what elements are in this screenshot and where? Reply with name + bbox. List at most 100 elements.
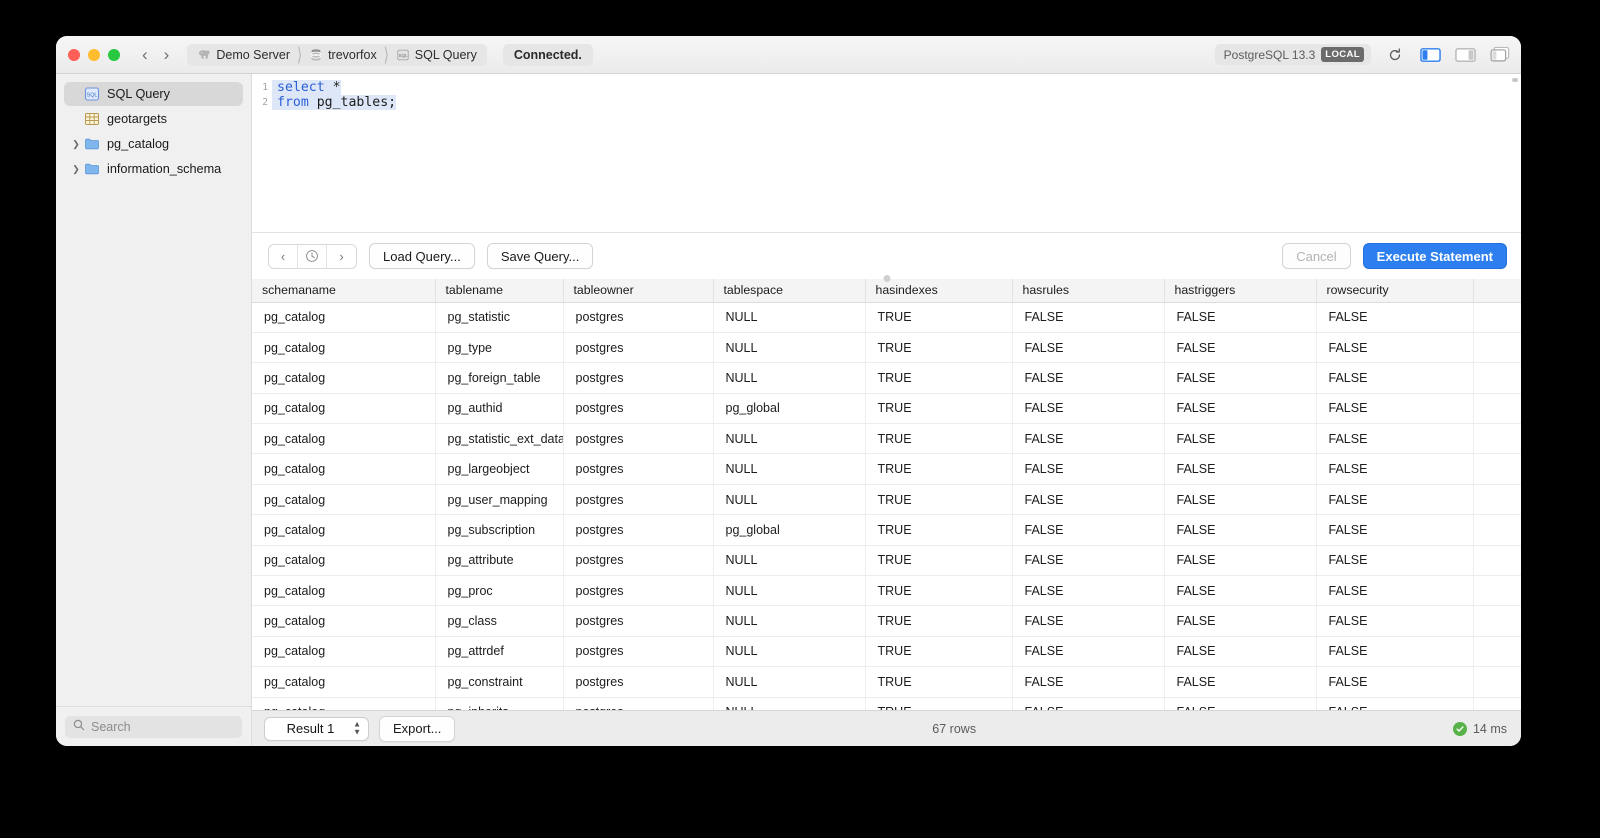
cell-tablespace[interactable]: NULL [713,575,866,607]
table-row[interactable]: pg_catalog pg_attrdef postgres NULL TRUE FALS… [252,636,1521,668]
cell-hasindexes[interactable]: TRUE [865,636,1013,668]
sidebar-item-sql-query[interactable]: › SQL SQL Query [64,82,243,106]
cell-blank[interactable] [1473,605,1521,637]
cell-tableowner[interactable]: postgres [563,332,714,364]
cell-hasrules[interactable]: FALSE [1012,453,1165,485]
cell-rowsecurity[interactable]: FALSE [1316,393,1474,425]
search-input[interactable]: Search [65,715,242,738]
cell-hasindexes[interactable]: TRUE [865,514,1013,546]
sql-editor[interactable]: 1 select * 2 from pg_tables; [252,74,1521,232]
cell-hasindexes[interactable]: TRUE [865,545,1013,577]
cell-tablename[interactable]: pg_proc [435,575,564,607]
cell-tablespace[interactable]: NULL [713,605,866,637]
history-next-button[interactable]: › [327,245,356,268]
cell-tablespace[interactable]: NULL [713,545,866,577]
sidebar-item-information-schema[interactable]: ❯ information_schema [64,157,243,181]
cell-hasrules[interactable]: FALSE [1012,423,1165,455]
clock-icon[interactable] [298,244,327,268]
cell-hastriggers[interactable]: FALSE [1164,393,1317,425]
cell-schemaname[interactable]: pg_catalog [252,575,436,607]
maximize-window-button[interactable] [108,48,120,61]
right-panel-toggle-icon[interactable] [1454,45,1476,65]
cell-hastriggers[interactable]: FALSE [1164,302,1317,333]
cell-tablename[interactable]: pg_subscription [435,514,564,546]
cell-blank[interactable] [1473,666,1521,698]
cell-schemaname[interactable]: pg_catalog [252,697,436,710]
cell-tablename[interactable]: pg_user_mapping [435,484,564,516]
table-row[interactable]: pg_catalog pg_class postgres NULL TRUE FALSE F… [252,605,1521,637]
cell-rowsecurity[interactable]: FALSE [1316,545,1474,577]
column-header-hastriggers[interactable]: hastriggers [1164,279,1317,303]
pane-resize-handle[interactable] [883,275,890,282]
tab-overview-icon[interactable] [1489,45,1511,65]
cell-hasindexes[interactable]: TRUE [865,605,1013,637]
table-row[interactable]: pg_catalog pg_user_mapping postgres NULL TRU… [252,484,1521,516]
cell-blank[interactable] [1473,575,1521,607]
cell-hasindexes[interactable]: TRUE [865,666,1013,698]
cell-tableowner[interactable]: postgres [563,362,714,394]
table-row[interactable]: pg_catalog pg_proc postgres NULL TRUE FALSE FA… [252,575,1521,607]
cell-hastriggers[interactable]: FALSE [1164,575,1317,607]
cell-tablespace[interactable]: NULL [713,302,866,333]
cell-rowsecurity[interactable]: FALSE [1316,636,1474,668]
cell-hasrules[interactable]: FALSE [1012,697,1165,710]
forward-button[interactable]: › [164,46,170,63]
column-header-rowsecurity[interactable]: rowsecurity [1316,279,1474,303]
cell-tablespace[interactable]: NULL [713,362,866,394]
cell-blank[interactable] [1473,302,1521,333]
execute-statement-button[interactable]: Execute Statement [1362,243,1507,269]
cell-blank[interactable] [1473,697,1521,710]
column-header-tablename[interactable]: tablename [435,279,564,303]
cell-hasrules[interactable]: FALSE [1012,332,1165,364]
table-row[interactable]: pg_catalog pg_statistic postgres NULL TRUE FA… [252,302,1521,333]
cell-tablename[interactable]: pg_class [435,605,564,637]
cell-schemaname[interactable]: pg_catalog [252,514,436,546]
cell-tableowner[interactable]: postgres [563,393,714,425]
cell-tableowner[interactable]: postgres [563,514,714,546]
cell-tableowner[interactable]: postgres [563,453,714,485]
back-button[interactable]: ‹ [142,46,148,63]
cell-tablename[interactable]: pg_inherits [435,697,564,710]
cell-tableowner[interactable]: postgres [563,302,714,333]
cell-blank[interactable] [1473,636,1521,668]
cell-hastriggers[interactable]: FALSE [1164,484,1317,516]
cell-hastriggers[interactable]: FALSE [1164,453,1317,485]
cell-hastriggers[interactable]: FALSE [1164,423,1317,455]
cell-schemaname[interactable]: pg_catalog [252,362,436,394]
cell-schemaname[interactable]: pg_catalog [252,423,436,455]
cell-tablespace[interactable]: NULL [713,636,866,668]
cell-rowsecurity[interactable]: FALSE [1316,302,1474,333]
cell-rowsecurity[interactable]: FALSE [1316,605,1474,637]
table-row[interactable]: pg_catalog pg_attribute postgres NULL TRUE FA… [252,545,1521,577]
cell-blank[interactable] [1473,393,1521,425]
cell-blank[interactable] [1473,545,1521,577]
cell-tablename[interactable]: pg_authid [435,393,564,425]
cell-schemaname[interactable]: pg_catalog [252,605,436,637]
cell-hastriggers[interactable]: FALSE [1164,545,1317,577]
cell-blank[interactable] [1473,453,1521,485]
cell-hasindexes[interactable]: TRUE [865,332,1013,364]
cell-tableowner[interactable]: postgres [563,605,714,637]
cell-schemaname[interactable]: pg_catalog [252,393,436,425]
table-row[interactable]: pg_catalog pg_constraint postgres NULL TRUE F… [252,666,1521,698]
cell-tableowner[interactable]: postgres [563,423,714,455]
cell-blank[interactable] [1473,332,1521,364]
cell-tableowner[interactable]: postgres [563,666,714,698]
cell-hasindexes[interactable]: TRUE [865,453,1013,485]
export-button[interactable]: Export... [379,715,456,742]
cell-rowsecurity[interactable]: FALSE [1316,332,1474,364]
table-row[interactable]: pg_catalog pg_type postgres NULL TRUE FALSE FA… [252,332,1521,364]
minimize-window-button[interactable] [88,48,100,61]
cell-tablename[interactable]: pg_attribute [435,545,564,577]
cell-hasindexes[interactable]: TRUE [865,575,1013,607]
cell-hastriggers[interactable]: FALSE [1164,636,1317,668]
cell-tablename[interactable]: pg_statistic_ext_data [435,423,564,455]
cell-tablespace[interactable]: pg_global [713,393,866,425]
cell-hasindexes[interactable]: TRUE [865,484,1013,516]
history-previous-button[interactable]: ‹ [269,244,298,268]
cell-tablename[interactable]: pg_statistic [435,302,564,333]
cell-schemaname[interactable]: pg_catalog [252,666,436,698]
cell-blank[interactable] [1473,514,1521,546]
breadcrumb-item-sql-query[interactable]: SQL SQL Query [389,44,484,66]
cell-tablespace[interactable]: NULL [713,332,866,364]
